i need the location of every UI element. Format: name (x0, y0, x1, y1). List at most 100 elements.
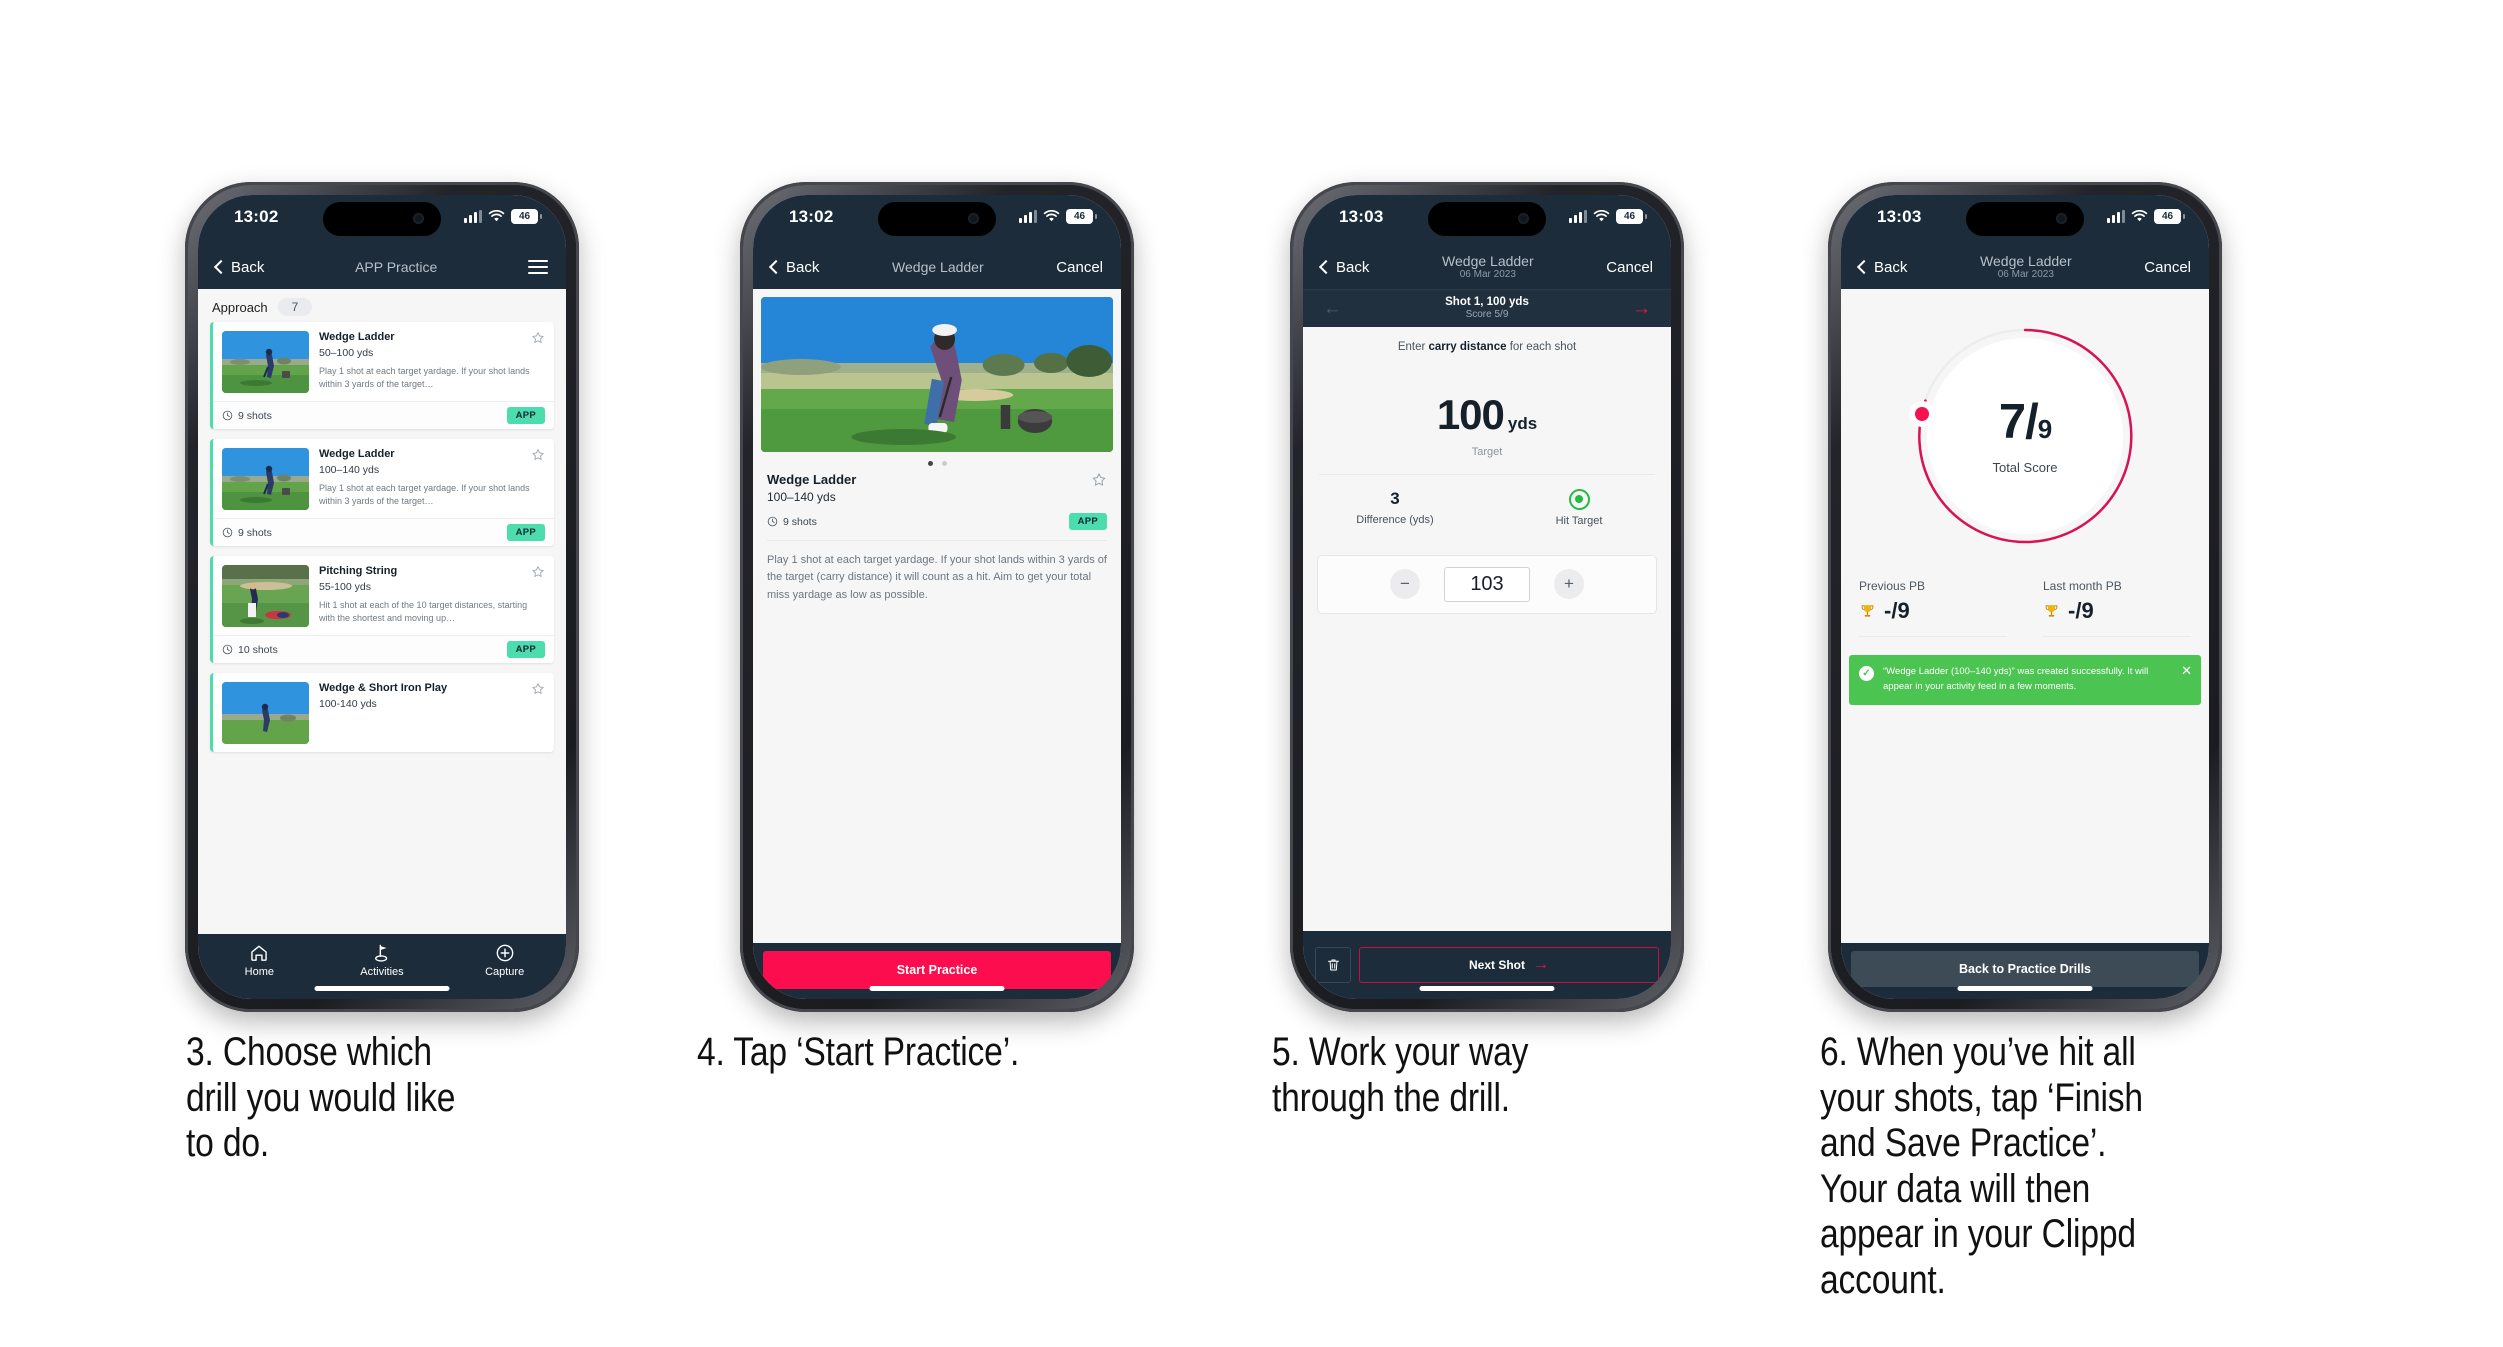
chevron-left-icon (768, 259, 784, 275)
target-label: Target (1471, 445, 1503, 458)
wifi-icon (488, 210, 505, 222)
back-label: Back (1336, 258, 1370, 276)
drill-shots-label: 9 shots (238, 526, 272, 539)
shot-stats: 3 Difference (yds) Hit Target (1303, 475, 1671, 527)
caption-step-4: 4. Tap ‘Start Practice’. (697, 1030, 1020, 1074)
drill-card-body: Wedge Ladder 100–140 yds Play 1 shot at … (213, 439, 554, 518)
favorite-star-icon[interactable] (531, 331, 545, 345)
next-shot-label: Next Shot (1468, 958, 1525, 972)
dynamic-island (323, 202, 441, 236)
drill-category-badge: APP (506, 641, 545, 658)
score-slash: / (2025, 394, 2039, 449)
tab-activities[interactable]: Activities (321, 943, 442, 978)
drill-range: 50–100 yds (319, 347, 374, 359)
drill-title: Wedge Ladder (767, 472, 857, 487)
drill-hero-image (761, 297, 1113, 452)
clock-icon (222, 527, 233, 538)
nav-subtitle-date: 06 Mar 2023 (1459, 269, 1516, 281)
phone-shot-entry: 13:03 46 Back Wedge Ladder 06 Mar 2023 C… (1290, 182, 1684, 1012)
stat-value: 3 (1390, 488, 1400, 508)
decrement-button[interactable]: − (1390, 569, 1420, 600)
cancel-button[interactable]: Cancel (1056, 259, 1103, 276)
status-time: 13:03 (1339, 207, 1384, 226)
toast-message: “Wedge Ladder (100–140 yds)” was created… (1883, 666, 2149, 692)
wifi-icon (2131, 210, 2148, 222)
favorite-star-icon[interactable] (531, 448, 545, 462)
hit-target-dot-icon (1568, 488, 1590, 510)
drill-title: Wedge Ladder (319, 448, 395, 460)
back-button[interactable]: Back (1856, 259, 1907, 276)
home-indicator (869, 986, 1005, 991)
carry-distance-input[interactable]: 103 (1444, 566, 1530, 602)
arrow-left-icon[interactable]: ← (1323, 299, 1342, 318)
tab-capture[interactable]: Capture (444, 943, 565, 978)
phone-screen: 13:02 46 Back APP Practice Approach 7 We… (198, 195, 566, 999)
back-button[interactable]: Back (1318, 258, 1370, 276)
drill-range: 100-140 yds (319, 698, 377, 710)
back-button[interactable]: Back (213, 259, 264, 276)
drill-card-text: Wedge & Short Iron Play 100-140 yds (319, 682, 545, 744)
trash-icon[interactable] (1315, 947, 1351, 983)
cancel-button[interactable]: Cancel (2144, 259, 2191, 276)
hamburger-icon[interactable] (528, 260, 548, 274)
caption-step-6: 6. When you’ve hit all your shots, tap ‘… (1820, 1030, 2143, 1302)
nav-subtitle-date: 06 Mar 2023 (1997, 269, 2054, 281)
drill-shots: 9 shots (222, 410, 272, 422)
start-practice-button[interactable]: Start Practice (763, 951, 1111, 989)
drill-card-footer: 10 shots APP (213, 635, 554, 663)
phone-drill-detail: 13:02 46 Back Wedge Ladder Cancel Wedge … (740, 182, 1134, 1012)
clock-icon (767, 516, 778, 527)
increment-button[interactable]: + (1554, 569, 1584, 600)
battery-indicator: 46 (2154, 209, 2185, 224)
status-indicators: 46 (2107, 209, 2185, 224)
success-toast: ✓ “Wedge Ladder (100–140 yds)” was creat… (1849, 655, 2201, 706)
caption-step-3: 3. Choose which drill you would like to … (186, 1030, 456, 1166)
drill-card[interactable]: Wedge Ladder 50–100 yds Play 1 shot at e… (210, 322, 554, 429)
back-to-practice-drills-button[interactable]: Back to Practice Drills (1851, 951, 2199, 987)
clock-icon (222, 644, 233, 655)
favorite-star-icon[interactable] (531, 565, 545, 579)
clock-icon (222, 410, 233, 421)
shot-title: Shot 1, 100 yds (1445, 296, 1529, 308)
carousel-dots[interactable] (753, 452, 1121, 470)
page-title: Wedge Ladder 06 Mar 2023 (1980, 253, 2072, 281)
back-label: Back (786, 258, 820, 276)
back-button[interactable]: Back (768, 258, 820, 276)
drill-range: 100–140 yds (767, 490, 836, 504)
drill-card[interactable]: Wedge Ladder 100–140 yds Play 1 shot at … (210, 439, 554, 546)
carry-distance-stepper[interactable]: − 103 + (1317, 554, 1657, 614)
cellular-signal-icon (1019, 210, 1037, 223)
drill-detail-meta: 9 shots APP (767, 513, 1107, 530)
close-icon[interactable]: ✕ (2181, 664, 2192, 677)
drill-card[interactable]: Wedge & Short Iron Play 100-140 yds (210, 673, 554, 752)
phone-screen: 13:03 46 Back Wedge Ladder 06 Mar 2023 C… (1303, 195, 1671, 999)
phone-app-practice: 13:02 46 Back APP Practice Approach 7 We… (185, 182, 579, 1012)
wifi-icon (1043, 210, 1060, 222)
score-ring: 7/9 Total Score (1908, 319, 2142, 553)
carousel-dot[interactable] (941, 461, 947, 466)
arrow-right-icon[interactable]: → (1632, 299, 1651, 318)
trash-glyph (1327, 959, 1339, 971)
drill-card[interactable]: Pitching String 55-100 yds Hit 1 shot at… (210, 556, 554, 663)
pb-value-row: -/9 (2043, 598, 2191, 637)
status-time: 13:02 (789, 207, 834, 226)
shot-entry-content: Enter carry distance for each shot 100 yd… (1303, 326, 1671, 931)
drill-description: Play 1 shot at each target yardage. If y… (319, 483, 530, 507)
entry-prompt: Enter carry distance for each shot (1303, 327, 1671, 353)
score-numerator: 7 (1998, 394, 2026, 449)
cancel-button[interactable]: Cancel (1606, 259, 1653, 276)
home-indicator (1957, 986, 2093, 991)
drill-list[interactable]: Approach 7 Wedge Ladder 50–100 yds Play … (198, 289, 566, 934)
results-content: 7/9 Total Score Previous PB -/9 Last mon… (1841, 289, 2209, 943)
carousel-dot[interactable] (927, 461, 933, 466)
next-shot-button[interactable]: Next Shot → (1359, 947, 1659, 983)
favorite-star-icon[interactable] (1091, 472, 1107, 488)
shot-pager: ← Shot 1, 100 yds Score 5/9 → (1303, 289, 1671, 327)
drill-shots: 9 shots (222, 527, 272, 539)
favorite-star-icon[interactable] (531, 682, 545, 696)
chevron-left-icon (213, 259, 229, 275)
nav-bar: Back APP Practice (198, 245, 566, 289)
tab-label: Activities (360, 966, 404, 978)
tab-home[interactable]: Home (199, 943, 320, 978)
battery-indicator: 46 (1066, 209, 1097, 224)
